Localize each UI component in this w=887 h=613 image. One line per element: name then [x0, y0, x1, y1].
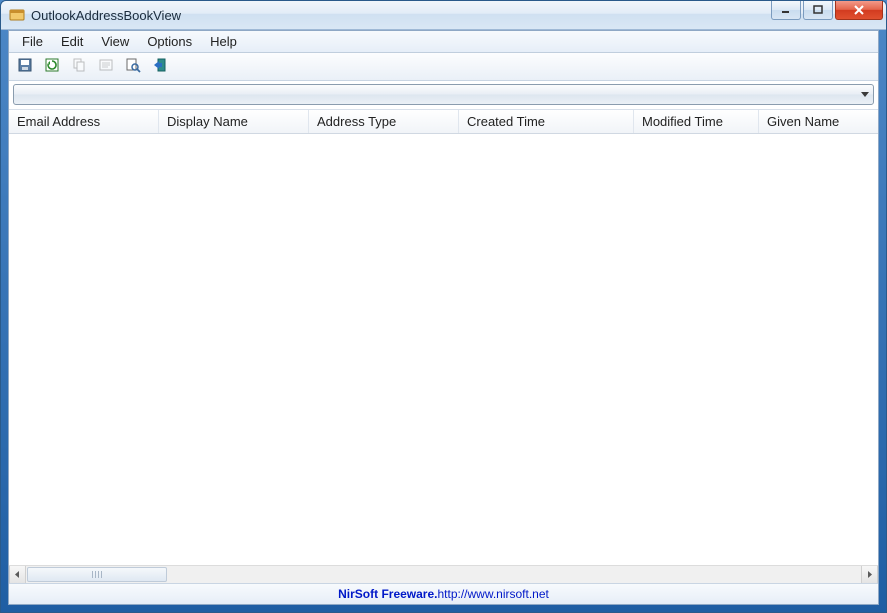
menu-help[interactable]: Help	[201, 32, 246, 51]
col-modified-time[interactable]: Modified Time	[634, 110, 759, 133]
window-frame: OutlookAddressBookView File Edit View Op…	[0, 0, 887, 613]
menu-view[interactable]: View	[92, 32, 138, 51]
copy-button[interactable]	[67, 55, 91, 79]
col-email-address[interactable]: Email Address	[9, 110, 159, 133]
window-title: OutlookAddressBookView	[31, 8, 181, 23]
titlebar[interactable]: OutlookAddressBookView	[1, 1, 886, 30]
find-button[interactable]	[121, 55, 145, 79]
save-button[interactable]	[13, 55, 37, 79]
col-address-type[interactable]: Address Type	[309, 110, 459, 133]
minimize-button[interactable]	[771, 1, 801, 20]
horizontal-scrollbar[interactable]	[9, 565, 878, 583]
close-button[interactable]	[835, 1, 883, 20]
scroll-right-button[interactable]	[861, 566, 878, 583]
table-header: Email Address Display Name Address Type …	[9, 110, 878, 134]
copy-icon	[71, 57, 87, 76]
scroll-left-button[interactable]	[9, 566, 26, 583]
find-icon	[125, 57, 141, 76]
statusbar: NirSoft Freeware. http://www.nirsoft.net	[9, 583, 878, 604]
menubar: File Edit View Options Help	[9, 31, 878, 53]
refresh-button[interactable]	[40, 55, 64, 79]
exit-button[interactable]	[148, 55, 172, 79]
menu-file[interactable]: File	[13, 32, 52, 51]
save-icon	[17, 57, 33, 76]
profile-combo[interactable]	[13, 84, 874, 105]
col-created-time[interactable]: Created Time	[459, 110, 634, 133]
window-controls	[771, 1, 883, 20]
table-body[interactable]	[9, 134, 878, 565]
properties-icon	[98, 57, 114, 76]
col-display-name[interactable]: Display Name	[159, 110, 309, 133]
scroll-thumb[interactable]	[27, 567, 167, 582]
maximize-button[interactable]	[803, 1, 833, 20]
toolbar	[9, 53, 878, 81]
menu-edit[interactable]: Edit	[52, 32, 92, 51]
status-link[interactable]: http://www.nirsoft.net	[437, 587, 548, 601]
status-text: NirSoft Freeware.	[338, 587, 437, 601]
properties-button[interactable]	[94, 55, 118, 79]
menu-options[interactable]: Options	[138, 32, 201, 51]
chevron-down-icon	[861, 92, 869, 97]
client-area: File Edit View Options Help	[8, 30, 879, 605]
col-given-name[interactable]: Given Name	[759, 110, 878, 133]
profile-selector-row	[9, 81, 878, 110]
exit-icon	[152, 57, 168, 76]
scroll-track[interactable]	[26, 566, 861, 583]
refresh-icon	[44, 57, 60, 76]
table: Email Address Display Name Address Type …	[9, 110, 878, 583]
app-icon	[9, 7, 25, 23]
